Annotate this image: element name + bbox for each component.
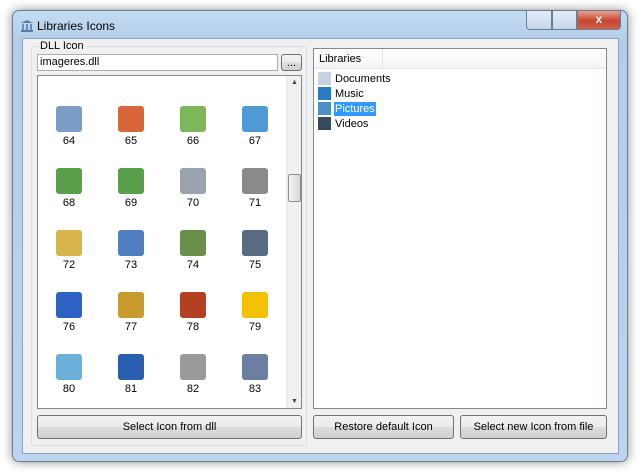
network-user-icon: [56, 168, 82, 194]
library-item[interactable]: Documents: [318, 71, 392, 86]
library-item[interactable]: Pictures: [318, 101, 376, 116]
icon-index: 72: [62, 259, 76, 271]
scrollbar[interactable]: ▲ ▼: [286, 76, 301, 408]
library-icon: [21, 20, 33, 32]
picture-landscape-icon: [180, 106, 206, 132]
icon-index: 70: [186, 197, 200, 209]
icon-index: 67: [248, 135, 262, 147]
network-user-icon: [118, 168, 144, 194]
picture-house-icon: [118, 106, 144, 132]
icon-cell[interactable]: 76: [44, 292, 94, 333]
icon-index: 76: [62, 321, 76, 333]
gear-document-icon: [56, 106, 82, 132]
icon-cell[interactable]: 70: [168, 168, 218, 209]
dll-icon-group: DLL Icon imageres.dll ... ▲ ▼ 64 65 66 67 68…: [31, 40, 307, 446]
videos-icon: [318, 117, 331, 130]
icon-cell[interactable]: 65: [106, 106, 156, 147]
icon-index: 83: [248, 383, 262, 395]
icon-index: 69: [124, 197, 138, 209]
icon-cell[interactable]: 73: [106, 230, 156, 271]
scroll-thumb[interactable]: [288, 174, 301, 202]
server-icon: [242, 230, 268, 256]
music-icon: [318, 87, 331, 100]
icon-index: 79: [248, 321, 262, 333]
icon-cell[interactable]: 75: [230, 230, 280, 271]
icon-cell[interactable]: 81: [106, 354, 156, 395]
icon-index: 71: [248, 197, 262, 209]
icon-cell[interactable]: 69: [106, 168, 156, 209]
icon-cell[interactable]: 67: [230, 106, 280, 147]
users-icon: [242, 354, 268, 380]
documents-icon: [318, 72, 331, 85]
icon-cell[interactable]: 72: [44, 230, 94, 271]
minimize-button[interactable]: [526, 11, 552, 30]
key-icon: [118, 292, 144, 318]
icon-index: 65: [124, 135, 138, 147]
pictures-icon: [318, 102, 331, 115]
photo-icon: [180, 292, 206, 318]
client-area: DLL Icon imageres.dll ... ▲ ▼ 64 65 66 67 68…: [22, 38, 619, 454]
warning-icon: [242, 292, 268, 318]
printer-icon: [242, 168, 268, 194]
maximize-button[interactable]: [552, 11, 577, 30]
icon-index: 66: [186, 135, 200, 147]
icon-cell[interactable]: 77: [106, 292, 156, 333]
icon-cell[interactable]: 66: [168, 106, 218, 147]
select-new-icon-from-file-button[interactable]: Select new Icon from file: [460, 415, 607, 439]
icon-cell[interactable]: 71: [230, 168, 280, 209]
icon-index: 74: [186, 259, 200, 271]
libraries-list[interactable]: Libraries Documents Music Pictures Videos: [313, 48, 607, 409]
library-label: Pictures: [334, 101, 376, 116]
drive-icon: [180, 168, 206, 194]
restore-default-icon-button[interactable]: Restore default Icon: [313, 415, 454, 439]
icon-cell[interactable]: 68: [44, 168, 94, 209]
list-header: Libraries: [314, 49, 606, 69]
shield-icon: [118, 230, 144, 256]
icon-index: 73: [124, 259, 138, 271]
users-icon: [180, 230, 206, 256]
column-header-libraries[interactable]: Libraries: [314, 49, 383, 69]
picture-sky-icon: [242, 106, 268, 132]
icon-cell[interactable]: 82: [168, 354, 218, 395]
sync-icon: [118, 354, 144, 380]
library-label: Videos: [335, 117, 369, 130]
icon-cell[interactable]: 79: [230, 292, 280, 333]
scroll-down-arrow[interactable]: ▼: [287, 398, 301, 405]
icon-index: 81: [124, 383, 138, 395]
scroll-up-arrow[interactable]: ▲: [287, 79, 301, 86]
icon-cell[interactable]: 83: [230, 354, 280, 395]
documents-icon: [180, 354, 206, 380]
group-label: DLL Icon: [38, 40, 86, 52]
library-item[interactable]: Music: [318, 86, 365, 101]
main-window: Libraries Icons x DLL Icon imageres.dll …: [12, 10, 628, 462]
icon-cell[interactable]: 78: [168, 292, 218, 333]
disc-icon: [56, 354, 82, 380]
icon-index: 64: [62, 135, 76, 147]
icon-index: 77: [124, 321, 138, 333]
icon-index: 80: [62, 383, 76, 395]
library-item[interactable]: Videos: [318, 116, 369, 131]
icon-cell[interactable]: 74: [168, 230, 218, 271]
icon-index: 78: [186, 321, 200, 333]
info-icon: [56, 292, 82, 318]
browse-button[interactable]: ...: [281, 54, 302, 71]
library-label: Music: [335, 87, 364, 100]
library-label: Documents: [335, 72, 391, 85]
icon-list[interactable]: ▲ ▼ 64 65 66 67 68 69 70 71 72 73 74 75 76 77 78 79 80 81…: [37, 75, 302, 409]
icon-cell[interactable]: 64: [44, 106, 94, 147]
window-title: Libraries Icons: [37, 19, 116, 33]
icon-index: 68: [62, 197, 76, 209]
select-icon-from-dll-button[interactable]: Select Icon from dll: [37, 415, 302, 439]
icon-cell[interactable]: 80: [44, 354, 94, 395]
folder-user-icon: [56, 230, 82, 256]
icon-index: 75: [248, 259, 262, 271]
close-button[interactable]: x: [577, 11, 621, 30]
icon-index: 82: [186, 383, 200, 395]
dll-path-input[interactable]: imageres.dll: [37, 54, 278, 71]
